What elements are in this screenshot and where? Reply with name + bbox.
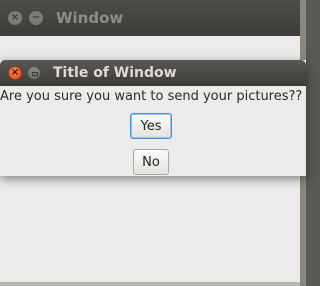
background-window-bottom-edge xyxy=(0,282,300,286)
close-icon[interactable]: × xyxy=(8,11,22,25)
minimize-icon[interactable] xyxy=(27,66,41,80)
close-icon[interactable]: × xyxy=(8,66,22,80)
background-window-title: Window xyxy=(56,9,124,27)
minimize-glyph xyxy=(32,72,38,76)
dialog-message: Are you sure you want to send your pictu… xyxy=(0,89,303,104)
background-window-titlebar[interactable]: × − Window xyxy=(0,0,300,36)
confirm-dialog: × Title of Window Are you sure you want … xyxy=(0,60,306,176)
dialog-title: Title of Window xyxy=(53,65,177,81)
dialog-titlebar[interactable]: × Title of Window xyxy=(0,60,306,86)
yes-button[interactable]: Yes xyxy=(130,113,172,139)
desktop: × − Window × Title of Window Are you sur… xyxy=(0,0,306,286)
minimize-icon[interactable]: − xyxy=(29,11,43,25)
no-button[interactable]: No xyxy=(133,149,169,175)
